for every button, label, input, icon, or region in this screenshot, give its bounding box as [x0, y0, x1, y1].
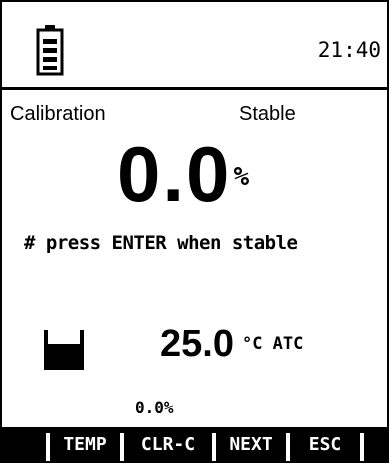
secondary-reading: 0.0% — [135, 398, 174, 417]
main-value: 0.0 — [117, 130, 232, 218]
mode-label: Calibration — [10, 103, 106, 125]
meter-display: 21:40 Calibration Stable 0.0 % # press E… — [0, 0, 389, 463]
clock: 21:40 — [317, 38, 381, 62]
stability-status: Stable — [239, 103, 296, 125]
clear-calibration-softkey[interactable]: CLR-C — [124, 427, 212, 461]
esc-softkey[interactable]: ESC — [290, 427, 360, 461]
temp-softkey[interactable]: TEMP — [50, 427, 120, 461]
main-reading: 0.0 % — [117, 130, 249, 218]
battery-icon — [36, 25, 64, 76]
softkey-divider — [360, 433, 364, 461]
temperature-unit: °C ATC — [241, 334, 304, 354]
next-softkey[interactable]: NEXT — [216, 427, 286, 461]
softkey-bar: TEMP CLR-C NEXT ESC — [2, 427, 387, 461]
status-bar: 21:40 — [2, 2, 387, 90]
instruction-text: # press ENTER when stable — [24, 232, 298, 254]
main-unit: % — [233, 162, 250, 192]
temperature-reading: 25.0 °C ATC — [160, 324, 303, 364]
temperature-value: 25.0 — [160, 323, 234, 365]
beaker-icon — [44, 330, 84, 370]
